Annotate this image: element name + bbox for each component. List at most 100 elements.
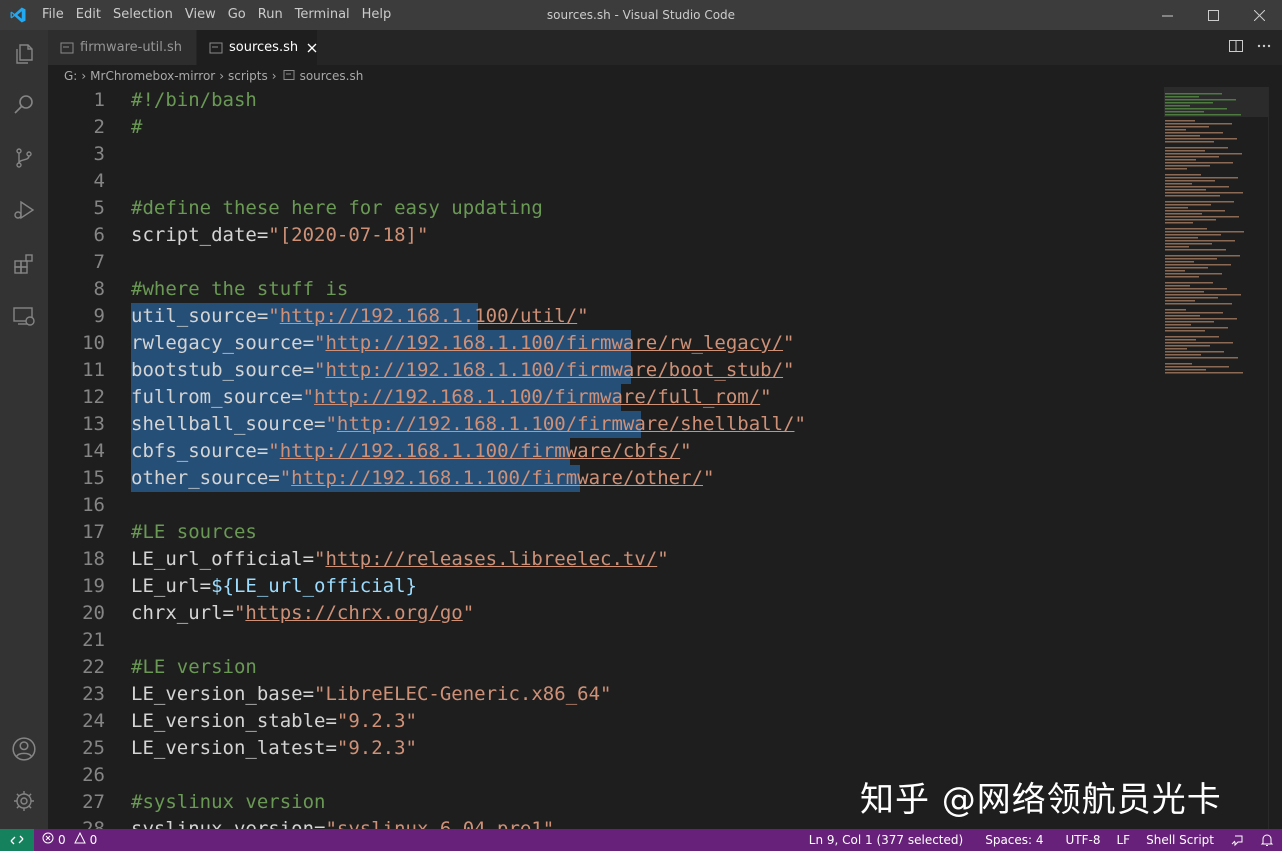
notifications-bell-icon[interactable] bbox=[1252, 833, 1282, 847]
code-line[interactable]: 10 rwlegacy_source="http://192.168.1.100/… bbox=[48, 330, 1158, 357]
code-line[interactable]: 23 LE_version_base="LibreELEC-Generic.x86… bbox=[48, 681, 1158, 708]
end-of-line[interactable]: LF bbox=[1109, 829, 1139, 851]
line-number: 6 bbox=[93, 224, 105, 246]
manage-gear-icon[interactable] bbox=[0, 777, 48, 825]
code-line[interactable]: 22 #LE version bbox=[48, 654, 1158, 681]
minimap-line bbox=[1165, 96, 1199, 98]
code-line[interactable]: 19 LE_url=${LE_url_official} bbox=[48, 573, 1158, 600]
menu-edit[interactable]: Edit bbox=[70, 0, 107, 30]
code-text: #where the stuff is bbox=[131, 276, 348, 303]
breadcrumb-folder[interactable]: scripts bbox=[228, 69, 268, 83]
token-comment: #where the stuff is bbox=[131, 278, 349, 300]
menu-file[interactable]: File bbox=[36, 0, 70, 30]
minimap-line bbox=[1165, 195, 1220, 197]
token-string: " bbox=[268, 305, 280, 327]
editor-tab-bar: firmware-util.sh sources.sh bbox=[48, 30, 1282, 65]
indentation[interactable]: Spaces: 4 bbox=[977, 829, 1057, 851]
code-line[interactable]: 1 #!/bin/bash bbox=[48, 87, 1158, 114]
code-line[interactable]: 11 bootstub_source="http://192.168.1.100/… bbox=[48, 357, 1158, 384]
code-line[interactable]: 6 script_date="[2020-07-18]" bbox=[48, 222, 1158, 249]
cursor-position[interactable]: Ln 9, Col 1 (377 selected) bbox=[801, 829, 977, 851]
minimize-icon[interactable] bbox=[1144, 0, 1190, 30]
token-string: "LibreELEC-Generic.x86_64" bbox=[314, 683, 612, 705]
code-line[interactable]: 8 #where the stuff is bbox=[48, 276, 1158, 303]
remote-indicator-icon[interactable] bbox=[0, 829, 34, 851]
code-line[interactable]: 20 chrx_url="https://chrx.org/go" bbox=[48, 600, 1158, 627]
search-icon[interactable] bbox=[0, 80, 48, 128]
token-default: fullrom_source= bbox=[131, 386, 303, 408]
code-line[interactable]: 15 other_source="http://192.168.1.100/fir… bbox=[48, 465, 1158, 492]
tab-firmware-util[interactable]: firmware-util.sh bbox=[48, 30, 196, 65]
feedback-icon[interactable] bbox=[1222, 833, 1252, 847]
minimap-line bbox=[1165, 99, 1236, 101]
token-string: " bbox=[577, 305, 589, 327]
run-debug-icon[interactable] bbox=[0, 186, 48, 234]
code-line[interactable]: 16 bbox=[48, 492, 1158, 519]
code-line[interactable]: 18 LE_url_official="http://releases.libre… bbox=[48, 546, 1158, 573]
menu-help[interactable]: Help bbox=[356, 0, 398, 30]
code-line[interactable]: 13 shellball_source="http://192.168.1.100… bbox=[48, 411, 1158, 438]
split-editor-icon[interactable] bbox=[1228, 38, 1244, 58]
vertical-scrollbar[interactable] bbox=[1268, 87, 1282, 829]
code-line[interactable]: 9 util_source="http://192.168.1.100/util/… bbox=[48, 303, 1158, 330]
breadcrumb-drive[interactable]: G: bbox=[64, 69, 77, 83]
menu-selection[interactable]: Selection bbox=[107, 0, 179, 30]
minimap-line bbox=[1165, 363, 1192, 365]
maximize-icon[interactable] bbox=[1190, 0, 1236, 30]
line-number: 28 bbox=[82, 818, 105, 829]
code-text: syslinux_version="syslinux-6.04-pre1" bbox=[131, 816, 554, 829]
problems-indicator[interactable]: 0 0 bbox=[34, 829, 105, 851]
minimap-line bbox=[1165, 237, 1198, 239]
more-actions-icon[interactable] bbox=[1256, 38, 1272, 58]
minimap-line bbox=[1165, 270, 1185, 272]
code-line[interactable]: 21 bbox=[48, 627, 1158, 654]
breadcrumb: G: › MrChromebox-mirror › scripts › sour… bbox=[48, 65, 1282, 87]
code-line[interactable]: 14 cbfs_source="http://192.168.1.100/firm… bbox=[48, 438, 1158, 465]
code-line[interactable]: 7 bbox=[48, 249, 1158, 276]
code-editor[interactable]: 1 #!/bin/bash 2 #3 4 5 #define these here for … bbox=[48, 87, 1282, 829]
minimap-line bbox=[1165, 108, 1227, 110]
menu-run[interactable]: Run bbox=[252, 0, 289, 30]
menu-go[interactable]: Go bbox=[222, 0, 252, 30]
code-line[interactable]: 4 bbox=[48, 168, 1158, 195]
code-line[interactable]: 5 #define these here for easy updating bbox=[48, 195, 1158, 222]
breadcrumb-file[interactable]: sources.sh bbox=[300, 69, 364, 83]
accounts-icon[interactable] bbox=[0, 725, 48, 773]
code-line[interactable]: 25 LE_version_latest="9.2.3" bbox=[48, 735, 1158, 762]
close-icon[interactable] bbox=[306, 40, 317, 56]
minimap-line bbox=[1165, 321, 1214, 323]
remote-explorer-icon[interactable] bbox=[0, 292, 48, 340]
menu-terminal[interactable]: Terminal bbox=[289, 0, 356, 30]
line-number: 9 bbox=[93, 305, 105, 327]
code-line[interactable]: 12 fullrom_source="http://192.168.1.100/f… bbox=[48, 384, 1158, 411]
token-default: bootstub_source= bbox=[131, 359, 315, 381]
code-line[interactable]: 24 LE_version_stable="9.2.3" bbox=[48, 708, 1158, 735]
code-text: LE_version_stable="9.2.3" bbox=[131, 708, 417, 735]
explorer-icon[interactable] bbox=[0, 30, 48, 78]
minimap-line bbox=[1165, 354, 1201, 356]
window-controls bbox=[1144, 0, 1282, 30]
close-window-icon[interactable] bbox=[1236, 0, 1282, 30]
token-default: LE_version_latest= bbox=[131, 737, 337, 759]
minimap-line bbox=[1165, 324, 1191, 326]
line-number: 8 bbox=[93, 278, 105, 300]
file-icon bbox=[60, 41, 74, 55]
minimap-line bbox=[1165, 192, 1243, 194]
code-text: #LE sources bbox=[131, 519, 257, 546]
menu-view[interactable]: View bbox=[179, 0, 222, 30]
source-control-icon[interactable] bbox=[0, 134, 48, 182]
code-line[interactable]: 3 bbox=[48, 141, 1158, 168]
encoding[interactable]: UTF-8 bbox=[1058, 829, 1109, 851]
line-number: 14 bbox=[82, 440, 105, 462]
code-line[interactable]: 2 # bbox=[48, 114, 1158, 141]
tab-sources[interactable]: sources.sh bbox=[197, 30, 317, 65]
language-mode[interactable]: Shell Script bbox=[1138, 829, 1222, 851]
code-line[interactable]: 17 #LE sources bbox=[48, 519, 1158, 546]
breadcrumb-folder[interactable]: MrChromebox-mirror bbox=[90, 69, 215, 83]
extensions-icon[interactable] bbox=[0, 240, 48, 288]
minimap-line bbox=[1165, 219, 1216, 221]
code-text: LE_url=${LE_url_official} bbox=[131, 573, 417, 600]
minimap[interactable] bbox=[1164, 87, 1268, 377]
minimap-line bbox=[1165, 357, 1238, 359]
token-comment: #LE sources bbox=[131, 521, 257, 543]
